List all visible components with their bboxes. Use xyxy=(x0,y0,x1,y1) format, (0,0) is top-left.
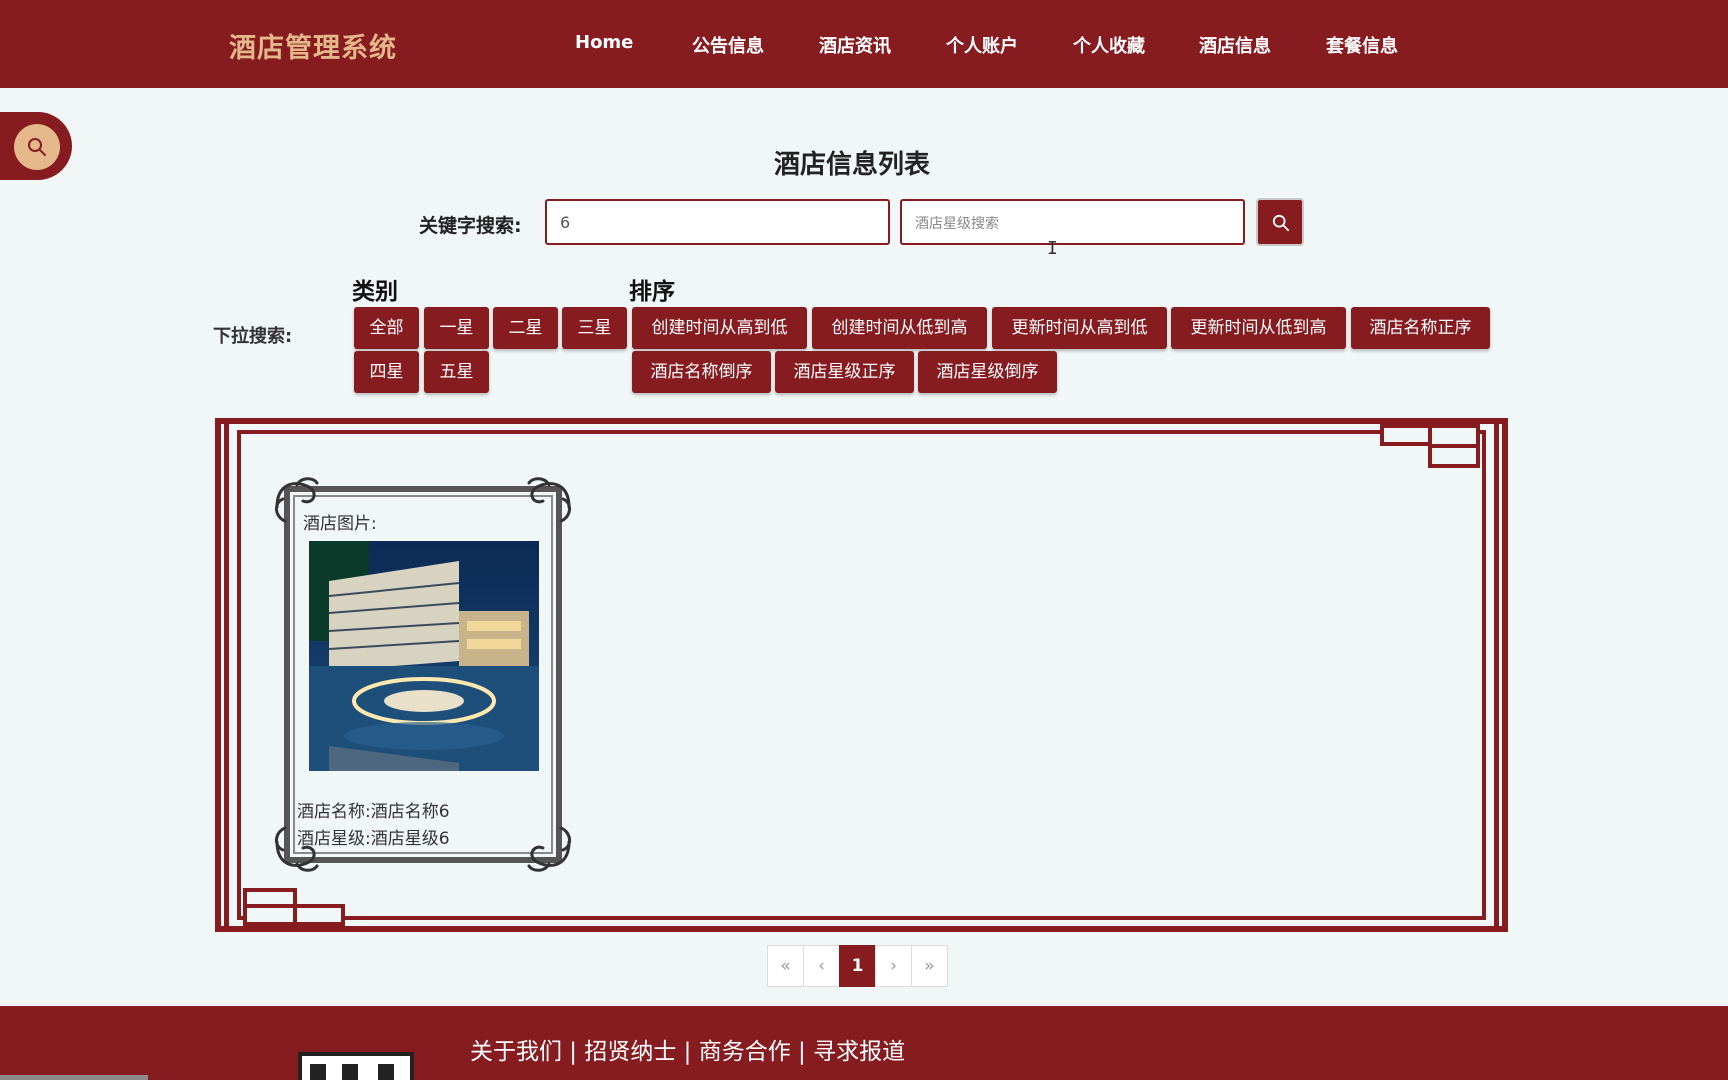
sort-name-desc-button[interactable]: 酒店名称倒序 xyxy=(632,351,771,393)
footer-separator: | xyxy=(562,1039,585,1065)
category-1star-button[interactable]: 一星 xyxy=(424,307,489,349)
category-5star-button[interactable]: 五星 xyxy=(424,351,489,393)
footer-separator: | xyxy=(676,1039,699,1065)
category-heading: 类别 xyxy=(352,279,398,305)
nav-news[interactable]: 酒店资讯 xyxy=(819,32,891,58)
sort-star-asc-button[interactable]: 酒店星级正序 xyxy=(775,351,914,393)
sort-created-asc-button[interactable]: 创建时间从低到高 xyxy=(812,307,987,349)
hotel-image[interactable] xyxy=(309,541,539,771)
frame-pillar-left xyxy=(224,424,229,926)
keyword-search-input[interactable] xyxy=(545,199,890,245)
footer-separator: | xyxy=(790,1039,814,1065)
horizontal-scrollbar[interactable] xyxy=(0,1075,148,1080)
page-title: 酒店信息列表 xyxy=(773,150,930,180)
sort-created-desc-button[interactable]: 创建时间从高到低 xyxy=(632,307,807,349)
sort-updated-asc-button[interactable]: 更新时间从低到高 xyxy=(1171,307,1346,349)
frame-corner-ornament-top-right xyxy=(1380,424,1480,468)
hotel-card[interactable]: 酒店图片: 酒店名称:酒店名称6 酒店星级:酒店星级6 xyxy=(273,477,573,872)
frame-corner-ornament-bottom-left xyxy=(243,888,345,926)
nav-notice[interactable]: 公告信息 xyxy=(692,32,764,58)
star-search-input[interactable] xyxy=(900,199,1245,245)
category-3star-button[interactable]: 三星 xyxy=(562,307,627,349)
sort-updated-desc-button[interactable]: 更新时间从高到低 xyxy=(992,307,1167,349)
qr-code-image xyxy=(298,1052,414,1080)
pagination-last-button[interactable]: » xyxy=(911,945,948,987)
footer-link-business[interactable]: 商务合作 xyxy=(699,1039,791,1065)
nav-home[interactable]: Home xyxy=(575,32,633,53)
site-brand[interactable]: 酒店管理系统 xyxy=(229,26,397,65)
sort-name-asc-button[interactable]: 酒店名称正序 xyxy=(1351,307,1490,349)
footer-links: 关于我们 | 招贤纳士 | 商务合作 | 寻求报道 xyxy=(470,1032,905,1066)
sort-star-desc-button[interactable]: 酒店星级倒序 xyxy=(918,351,1057,393)
footer: 关于我们 | 招贤纳士 | 商务合作 | 寻求报道 xyxy=(0,1006,1728,1080)
dropdown-search-label: 下拉搜索: xyxy=(213,326,293,347)
nav-favorites[interactable]: 个人收藏 xyxy=(1073,32,1145,58)
hotel-image-label: 酒店图片: xyxy=(303,514,377,534)
footer-link-press[interactable]: 寻求报道 xyxy=(813,1039,905,1065)
hotel-star: 酒店星级:酒店星级6 xyxy=(297,829,450,849)
hotel-name: 酒店名称:酒店名称6 xyxy=(297,802,450,822)
pagination-first-button[interactable]: « xyxy=(767,945,804,987)
top-navbar: 酒店管理系统 Home 公告信息 酒店资讯 个人账户 个人收藏 酒店信息 套餐信… xyxy=(0,0,1728,88)
category-all-button[interactable]: 全部 xyxy=(354,307,419,349)
text-cursor-icon: I xyxy=(1047,238,1058,259)
pagination-prev-button[interactable]: ‹ xyxy=(803,945,840,987)
category-4star-button[interactable]: 四星 xyxy=(354,351,419,393)
frame-pillar-right xyxy=(1494,424,1499,926)
footer-link-careers[interactable]: 招贤纳士 xyxy=(584,1039,676,1065)
search-button[interactable] xyxy=(1256,198,1304,246)
category-2star-button[interactable]: 二星 xyxy=(493,307,558,349)
footer-link-about[interactable]: 关于我们 xyxy=(470,1039,562,1065)
nav-package[interactable]: 套餐信息 xyxy=(1326,32,1398,58)
pagination-page-button[interactable]: 1 xyxy=(839,945,876,987)
pagination: « ‹ 1 › » xyxy=(767,945,948,987)
nav-hotel-info[interactable]: 酒店信息 xyxy=(1199,32,1271,58)
sort-heading: 排序 xyxy=(629,279,675,305)
nav-account[interactable]: 个人账户 xyxy=(946,32,1018,58)
keyword-search-label: 关键字搜索: xyxy=(419,215,522,237)
pagination-next-button[interactable]: › xyxy=(875,945,912,987)
